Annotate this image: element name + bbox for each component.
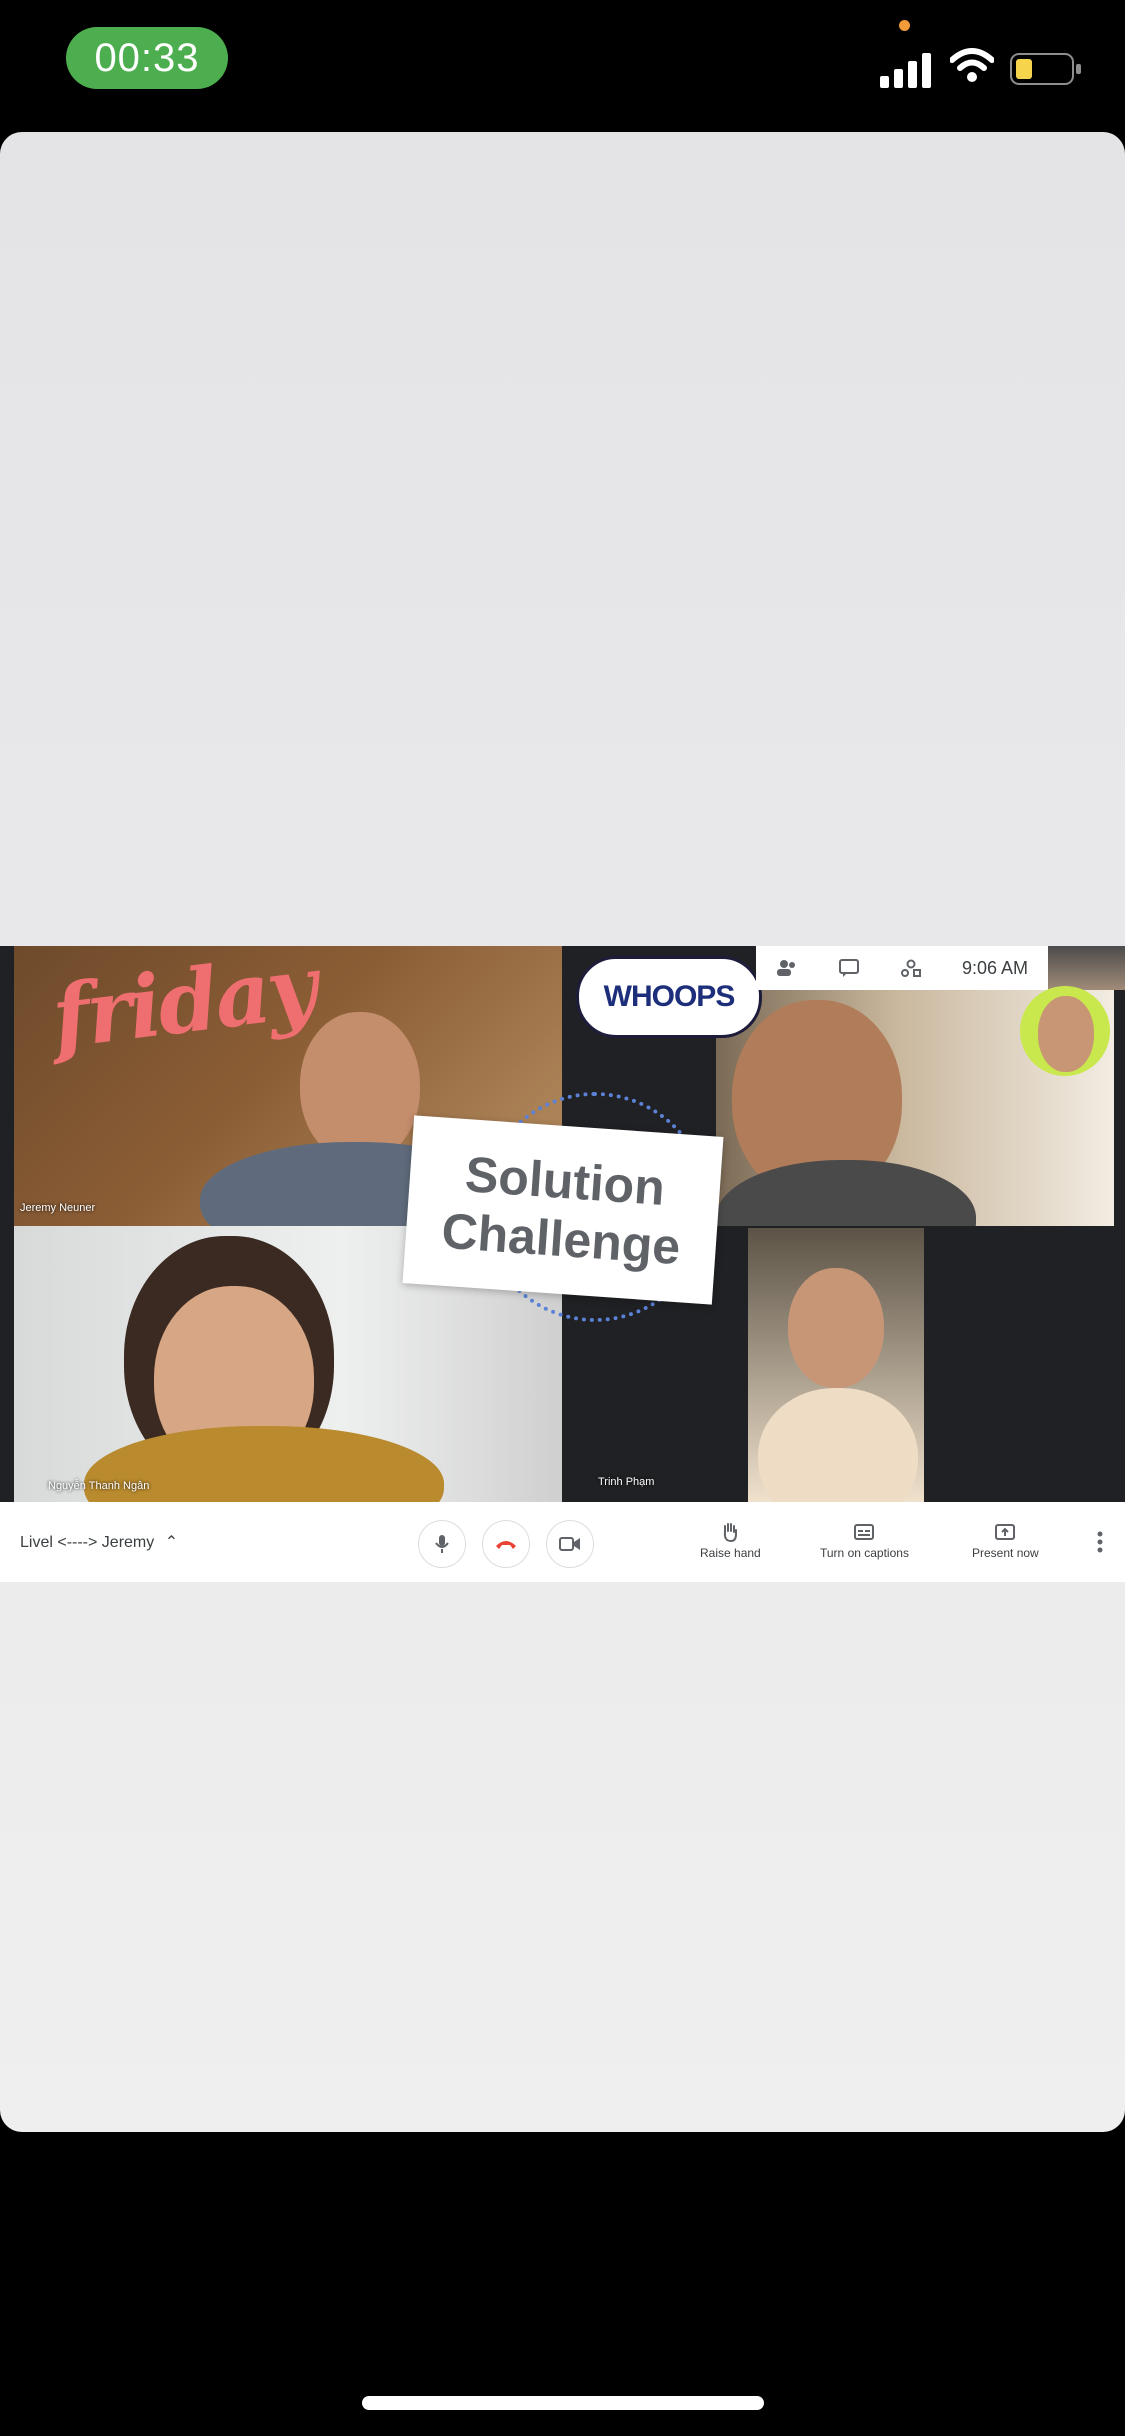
present-now-label: Present now [972, 1546, 1039, 1560]
participant-avatar-bubble[interactable] [1020, 986, 1110, 1076]
raise-hand-button[interactable]: Raise hand [700, 1522, 761, 1560]
whoops-text: WHOOPS [603, 980, 736, 1013]
cellular-signal-icon [880, 53, 931, 88]
activities-icon[interactable] [900, 958, 922, 978]
wifi-icon [950, 48, 994, 82]
meeting-top-toolbar: 9:06 AM [756, 946, 1048, 990]
chat-icon[interactable] [838, 958, 860, 978]
microphone-icon [435, 1535, 449, 1553]
battery-icon [1010, 53, 1081, 85]
camera-icon [559, 1537, 580, 1551]
call-timer-pill[interactable]: 00:33 [66, 27, 228, 89]
video-player-sheet: friday Jeremy Neuner Nguyễn Thanh Ngân T… [0, 132, 1125, 2132]
status-bar: 00:33 [0, 0, 1125, 132]
captions-label: Turn on captions [820, 1546, 909, 1560]
hang-up-button[interactable] [482, 1520, 530, 1568]
friday-sticker: friday [46, 946, 320, 1069]
solution-challenge-sticker: Solution Challenge [402, 1115, 724, 1305]
captions-button[interactable]: Turn on captions [820, 1522, 909, 1560]
meeting-title-text: Livel <----> Jeremy [20, 1534, 155, 1551]
hang-up-icon [496, 1541, 516, 1549]
participant-video-face [788, 1268, 884, 1388]
screen-recording-video[interactable]: friday Jeremy Neuner Nguyễn Thanh Ngân T… [0, 946, 1125, 1582]
self-view-thumbnail[interactable] [1048, 946, 1125, 990]
microphone-indicator-dot [899, 20, 910, 31]
microphone-button[interactable] [418, 1520, 466, 1568]
participant-video-face [1038, 996, 1094, 1072]
meeting-title[interactable]: Livel <----> Jeremy ⌃ [20, 1532, 178, 1552]
hand-icon [719, 1522, 741, 1542]
camera-button[interactable] [546, 1520, 594, 1568]
present-icon [994, 1522, 1016, 1542]
participant-name-trinh: Trinh Phạm [598, 1476, 655, 1488]
meeting-clock: 9:06 AM [961, 957, 1028, 978]
call-timer: 00:33 [94, 35, 200, 80]
raise-hand-label: Raise hand [700, 1546, 761, 1560]
meeting-grid: friday Jeremy Neuner Nguyễn Thanh Ngân T… [0, 946, 1125, 1502]
participant-name-ngan: Nguyễn Thanh Ngân [48, 1480, 150, 1492]
chevron-up-icon: ⌃ [164, 1534, 179, 1551]
captions-icon [853, 1522, 875, 1542]
meeting-controls-bar: Livel <----> Jeremy ⌃ Raise hand Turn on… [0, 1502, 1125, 1582]
present-now-button[interactable]: Present now [972, 1522, 1039, 1560]
participant-tile-trinh[interactable] [748, 1228, 924, 1502]
whoops-sticker: WHOOPS [576, 956, 762, 1038]
more-options-icon[interactable] [1090, 1524, 1110, 1560]
home-indicator[interactable] [362, 2396, 764, 2410]
people-icon[interactable] [776, 958, 798, 978]
participant-video-body [758, 1388, 918, 1502]
participant-name-jeremy: Jeremy Neuner [20, 1202, 96, 1214]
